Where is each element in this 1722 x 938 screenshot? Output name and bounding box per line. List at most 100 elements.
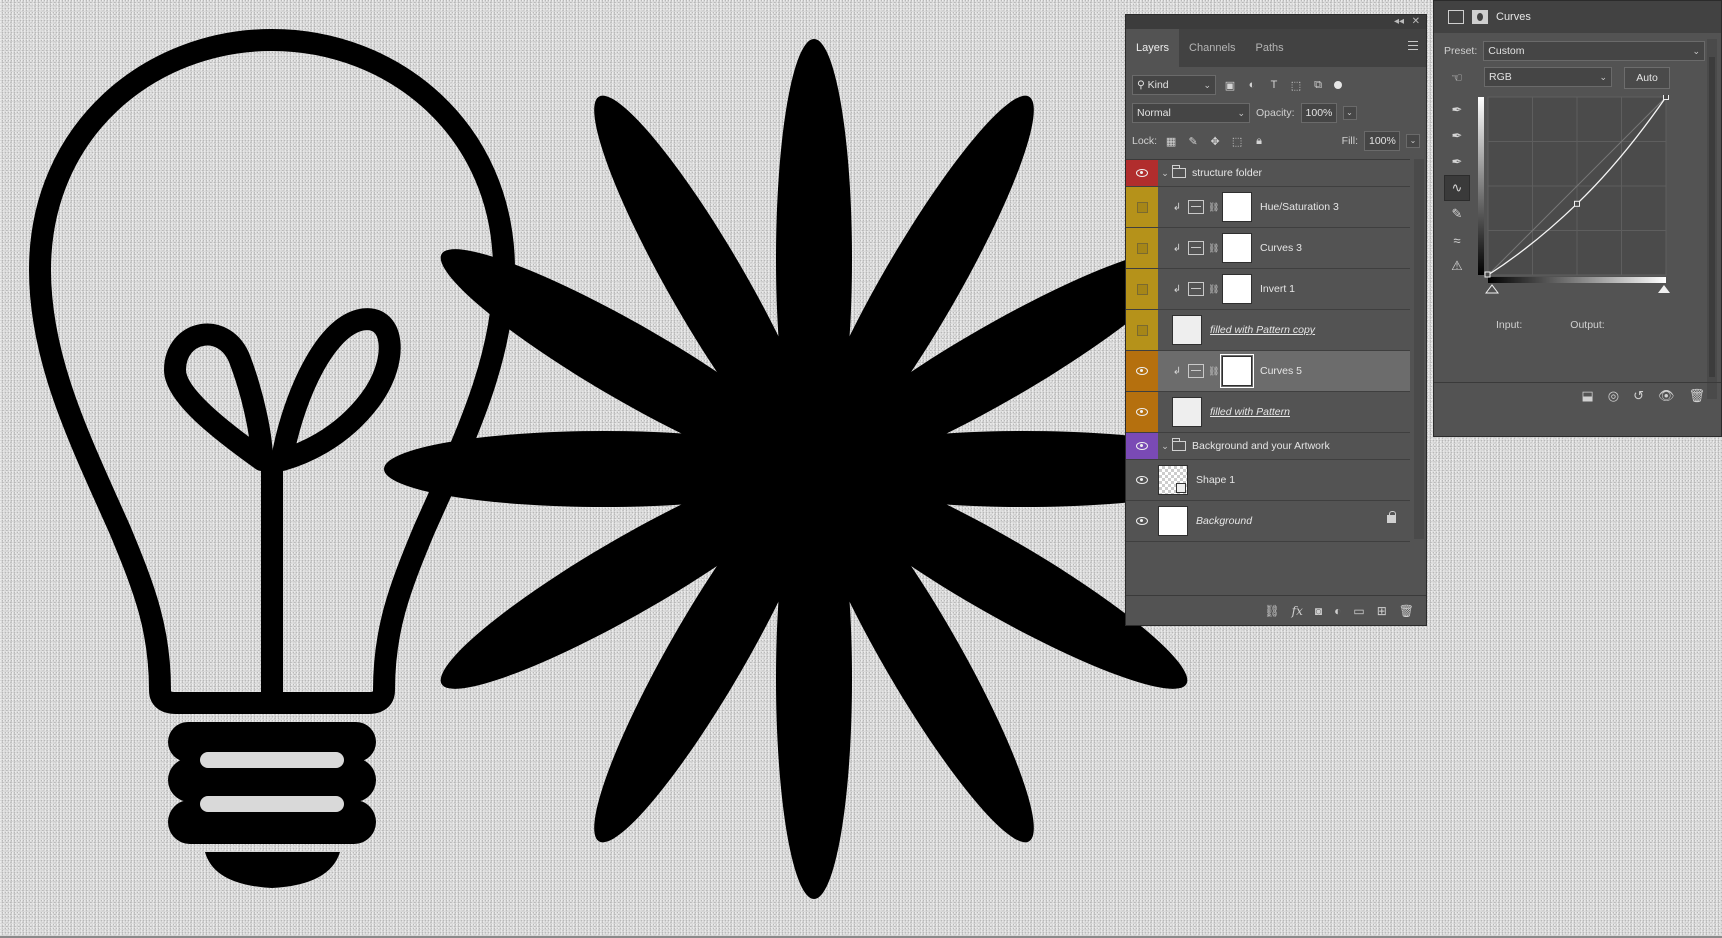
layer-color-label[interactable]	[1126, 351, 1158, 391]
auto-button[interactable]: Auto	[1624, 67, 1670, 89]
reset-icon[interactable]: ↺	[1633, 388, 1644, 404]
visibility-toggle-off[interactable]	[1136, 201, 1148, 213]
clip-to-layer-icon[interactable]: ⬓	[1581, 388, 1593, 404]
chain-link-icon[interactable]: ⛓︎	[1208, 366, 1219, 377]
new-layer-icon[interactable]: ⊞	[1377, 604, 1387, 618]
layer-visibility-column[interactable]	[1126, 460, 1158, 500]
curves-adjustment-icon[interactable]	[1448, 10, 1464, 24]
layer-row-hue-saturation-3[interactable]: ↲ ⛓︎ Hue/Saturation 3	[1126, 187, 1410, 228]
layer-row-curves-3[interactable]: ↲ ⛓︎ Curves 3	[1126, 228, 1410, 269]
shape-filter-icon[interactable]: ⬚	[1288, 77, 1304, 93]
chevron-down-icon[interactable]: ⌄	[1158, 168, 1172, 179]
fx-icon[interactable]: fx	[1292, 604, 1303, 618]
pencil-draw-icon[interactable]: ✎	[1444, 201, 1470, 227]
layer-mask-thumbnail[interactable]	[1220, 354, 1254, 388]
tab-paths[interactable]: Paths	[1246, 29, 1294, 67]
layer-row-background[interactable]: Background	[1126, 501, 1410, 542]
add-mask-icon[interactable]: ◙	[1315, 604, 1322, 618]
layers-panel: ◂◂ ✕ Layers Channels Paths ⚲ Kind ⌄ ▣ ◐ …	[1125, 14, 1427, 626]
layer-color-label[interactable]	[1126, 269, 1158, 309]
visibility-eye-icon[interactable]	[1136, 367, 1148, 375]
layer-row-structure-folder[interactable]: ⌄ structure folder	[1126, 160, 1410, 187]
view-previous-state-icon[interactable]: ◎	[1608, 388, 1619, 404]
opacity-slider-toggle[interactable]: ⌄	[1342, 106, 1357, 120]
curve-points-icon[interactable]: ∿	[1444, 175, 1470, 201]
opacity-field[interactable]: 100%	[1300, 103, 1337, 123]
tab-layers[interactable]: Layers	[1126, 29, 1180, 67]
new-adjustment-icon[interactable]: ◐	[1334, 604, 1341, 618]
visibility-eye-icon[interactable]	[1136, 517, 1148, 525]
clipping-arrow-icon: ↲	[1172, 283, 1182, 295]
lock-position-icon[interactable]: ✥	[1207, 133, 1223, 149]
visibility-eye-icon[interactable]: 👁︎	[1658, 388, 1675, 404]
chain-link-icon[interactable]: ⛓︎	[1208, 243, 1219, 254]
white-point-eyedropper-icon[interactable]: ✒	[1444, 149, 1470, 175]
mask-icon[interactable]	[1472, 10, 1488, 24]
lock-transparency-icon[interactable]: ▦	[1163, 133, 1179, 149]
layer-row-pattern-copy[interactable]: filled with Pattern copy	[1126, 310, 1410, 351]
shape-layer-thumbnail[interactable]	[1158, 465, 1188, 495]
channel-dropdown[interactable]: RGB ⌄	[1484, 67, 1612, 87]
layer-row-invert-1[interactable]: ↲ ⛓︎ Invert 1	[1126, 269, 1410, 310]
collapse-panel-icon[interactable]: ◂◂	[1394, 15, 1404, 29]
layer-mask-thumbnail[interactable]	[1222, 274, 1252, 304]
layers-scrollbar[interactable]	[1414, 159, 1424, 539]
layer-color-label[interactable]	[1126, 160, 1158, 186]
adjustment-filter-icon[interactable]: ◐	[1244, 77, 1260, 93]
black-point-eyedropper-icon[interactable]: ✒	[1444, 97, 1470, 123]
layer-color-label[interactable]	[1126, 187, 1158, 227]
chevron-down-icon[interactable]: ⌄	[1158, 441, 1172, 452]
layer-row-background-artwork-group[interactable]: ⌄ Background and your Artwork	[1126, 433, 1410, 460]
visibility-toggle-off[interactable]	[1136, 324, 1148, 336]
layer-thumbnail[interactable]	[1172, 315, 1202, 345]
lock-icon[interactable]	[1387, 511, 1396, 523]
layer-color-label[interactable]	[1126, 310, 1158, 350]
type-filter-icon[interactable]: T	[1266, 77, 1282, 93]
properties-scrollbar[interactable]	[1707, 39, 1717, 399]
lock-artboard-icon[interactable]: ⬚	[1229, 133, 1245, 149]
fill-slider-toggle[interactable]: ⌄	[1406, 134, 1420, 148]
trash-icon[interactable]: 🗑︎	[1399, 604, 1414, 618]
preset-dropdown[interactable]: Custom ⌄	[1483, 41, 1705, 61]
panel-menu-icon[interactable]	[1408, 41, 1418, 53]
layer-color-label[interactable]	[1126, 433, 1158, 459]
layers-tab-bar: Layers Channels Paths	[1126, 29, 1426, 67]
new-group-icon[interactable]: ▭	[1353, 604, 1364, 618]
filter-kind-dropdown[interactable]: ⚲ Kind ⌄	[1132, 75, 1216, 95]
close-panel-icon[interactable]: ✕	[1412, 15, 1420, 29]
layer-row-curves-5[interactable]: ↲ ⛓︎ Curves 5	[1126, 351, 1410, 392]
layer-mask-thumbnail[interactable]	[1222, 233, 1252, 263]
link-layers-icon[interactable]: ⛓︎	[1264, 604, 1279, 618]
layer-row-pattern[interactable]: filled with Pattern	[1126, 392, 1410, 433]
visibility-toggle-off[interactable]	[1136, 242, 1148, 254]
chain-link-icon[interactable]: ⛓︎	[1208, 202, 1219, 213]
target-adjust-hand-icon[interactable]: ☜	[1444, 65, 1470, 91]
layer-color-label[interactable]	[1126, 228, 1158, 268]
curves-graph[interactable]	[1478, 95, 1678, 313]
visibility-eye-icon[interactable]	[1136, 169, 1148, 177]
visibility-toggle-off[interactable]	[1136, 283, 1148, 295]
tab-channels[interactable]: Channels	[1179, 29, 1245, 67]
chain-link-icon[interactable]: ⛓︎	[1208, 284, 1219, 295]
visibility-eye-icon[interactable]	[1136, 476, 1148, 484]
filter-toggle-icon[interactable]	[1334, 81, 1342, 89]
background-thumbnail[interactable]	[1158, 506, 1188, 536]
blend-mode-dropdown[interactable]: Normal ⌄	[1132, 103, 1250, 123]
layer-visibility-column[interactable]	[1126, 501, 1158, 541]
smart-object-filter-icon[interactable]: ⧉	[1310, 77, 1326, 93]
clipping-warning-icon[interactable]: ⚠	[1444, 253, 1470, 279]
lock-pixels-icon[interactable]: ✎	[1185, 133, 1201, 149]
lock-all-icon[interactable]: 🔒︎	[1251, 133, 1267, 149]
trash-icon[interactable]: 🗑︎	[1688, 388, 1705, 404]
layer-thumbnail[interactable]	[1172, 397, 1202, 427]
gray-point-eyedropper-icon[interactable]: ✒	[1444, 123, 1470, 149]
output-gradient-bar	[1478, 97, 1484, 275]
layer-mask-thumbnail[interactable]	[1222, 192, 1252, 222]
layer-row-shape-1[interactable]: Shape 1	[1126, 460, 1410, 501]
fill-field[interactable]: 100%	[1364, 131, 1400, 151]
layer-color-label[interactable]	[1126, 392, 1158, 432]
visibility-eye-icon[interactable]	[1136, 442, 1148, 450]
smooth-curve-icon[interactable]: ≈	[1444, 227, 1470, 253]
visibility-eye-icon[interactable]	[1136, 408, 1148, 416]
pixel-filter-icon[interactable]: ▣	[1222, 77, 1238, 93]
